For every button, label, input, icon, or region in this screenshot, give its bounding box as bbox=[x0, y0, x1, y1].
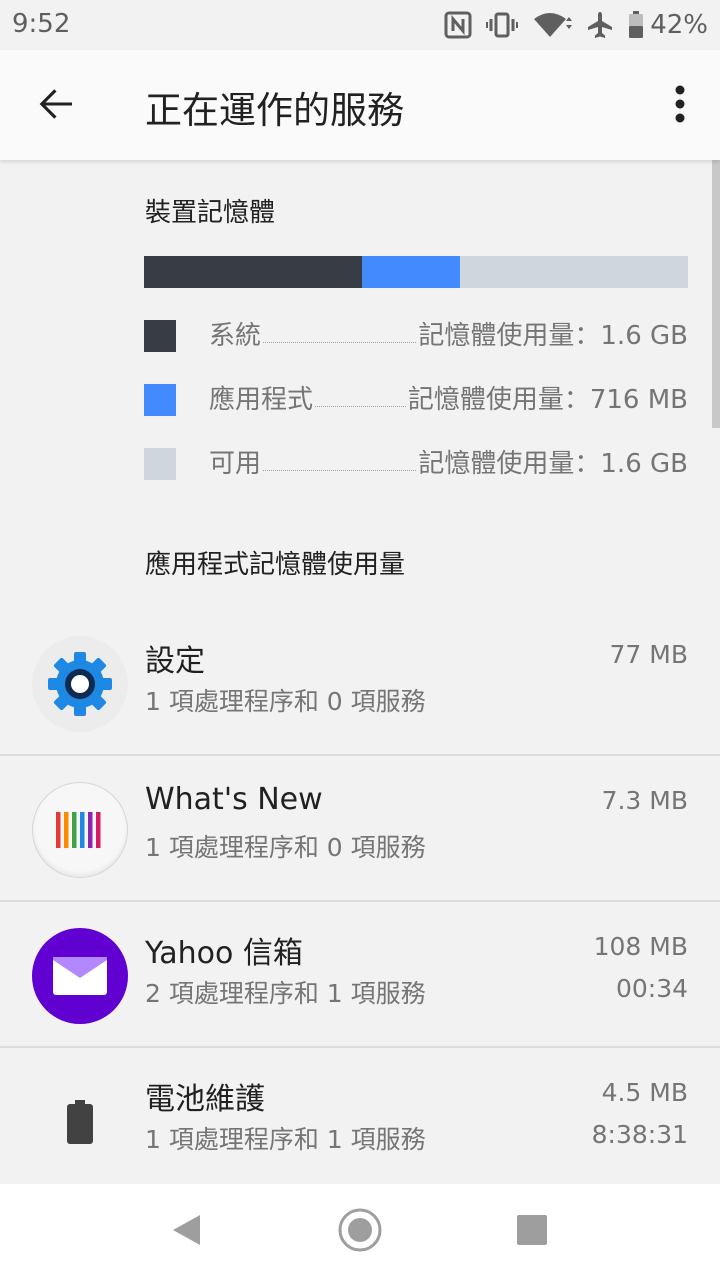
legend-label: 系統 bbox=[209, 318, 264, 354]
page-title: 正在運作的服務 bbox=[145, 89, 404, 132]
back-button[interactable] bbox=[26, 76, 86, 136]
legend-row-free: 可用 記憶體使用量：1.6 GB bbox=[144, 446, 688, 482]
app-process-info: 2 項處理程序和 1 項服務 bbox=[145, 979, 426, 1008]
nav-recents-button[interactable] bbox=[502, 1202, 562, 1262]
app-memory-size: 77 MB bbox=[609, 640, 688, 669]
legend-label: 應用程式 bbox=[209, 382, 316, 418]
app-row-battery-care[interactable]: 電池維護 1 項處理程序和 1 項服務 4.5 MB 8:38:31 bbox=[0, 1048, 720, 1184]
memory-bar-free bbox=[459, 256, 688, 288]
home-circle-icon bbox=[337, 1207, 383, 1257]
vibrate-icon bbox=[486, 11, 519, 39]
legend-value: 記憶體使用量：716 MB bbox=[405, 382, 688, 418]
legend-row-apps: 應用程式 記憶體使用量：716 MB bbox=[144, 382, 688, 418]
app-row-settings[interactable]: 設定 1 項處理程序和 0 項服務 77 MB bbox=[0, 610, 720, 756]
airplane-icon bbox=[586, 11, 614, 39]
nav-home-button[interactable] bbox=[330, 1202, 390, 1262]
app-name: Yahoo 信箱 bbox=[145, 936, 303, 971]
device-memory-title: 裝置記憶體 bbox=[145, 198, 276, 228]
app-name: 電池維護 bbox=[145, 1082, 265, 1117]
legend-value: 記憶體使用量：1.6 GB bbox=[416, 318, 688, 354]
app-name: 設定 bbox=[145, 644, 205, 679]
app-name: What's New bbox=[145, 782, 323, 817]
nfc-icon bbox=[444, 11, 472, 39]
navigation-bar bbox=[0, 1184, 720, 1280]
app-row-whats-new[interactable]: What's New 1 項處理程序和 0 項服務 7.3 MB bbox=[0, 756, 720, 902]
legend-swatch-apps bbox=[144, 384, 176, 416]
content-scroll[interactable]: 裝置記憶體 系統 記憶體使用量：1.6 GB 應用程式 記憶體使用量：716 M… bbox=[0, 160, 720, 1184]
app-process-info: 1 項處理程序和 0 項服務 bbox=[145, 687, 426, 716]
legend-swatch-system bbox=[144, 320, 176, 352]
status-icons: 42% bbox=[430, 8, 708, 42]
status-time: 9:52 bbox=[12, 9, 71, 39]
memory-bar-apps bbox=[361, 256, 460, 288]
recents-square-icon bbox=[516, 1214, 548, 1250]
app-running-time: 00:34 bbox=[615, 974, 688, 1003]
memory-usage-bar bbox=[144, 256, 688, 288]
more-vert-icon bbox=[675, 84, 685, 128]
app-row-yahoo-mail[interactable]: Yahoo 信箱 2 項處理程序和 1 項服務 108 MB 00:34 bbox=[0, 902, 720, 1048]
app-running-time: 8:38:31 bbox=[591, 1120, 688, 1149]
legend-value: 記憶體使用量：1.6 GB bbox=[416, 446, 688, 482]
battery-care-icon bbox=[32, 1074, 128, 1170]
battery-icon bbox=[628, 11, 644, 39]
screen: 9:52 42% 正在運作的服務 裝置記憶體 系統 記憶體使用量：1.6 GB … bbox=[0, 0, 720, 1280]
nav-back-button[interactable] bbox=[156, 1202, 216, 1262]
app-memory-size: 108 MB bbox=[593, 932, 688, 961]
app-memory-size: 4.5 MB bbox=[601, 1078, 688, 1107]
battery-percent: 42% bbox=[650, 10, 708, 40]
app-process-info: 1 項處理程序和 1 項服務 bbox=[145, 1125, 426, 1154]
scrollbar[interactable] bbox=[712, 160, 720, 428]
more-options-button[interactable] bbox=[660, 76, 700, 136]
legend-label: 可用 bbox=[209, 446, 264, 482]
app-memory-size: 7.3 MB bbox=[601, 786, 688, 815]
status-bar: 9:52 42% bbox=[0, 0, 720, 50]
legend-row-system: 系統 記憶體使用量：1.6 GB bbox=[144, 318, 688, 354]
back-triangle-icon bbox=[170, 1213, 202, 1251]
settings-gear-icon bbox=[32, 636, 128, 732]
legend-swatch-free bbox=[144, 448, 176, 480]
yahoo-mail-icon bbox=[32, 928, 128, 1024]
memory-bar-system bbox=[144, 256, 362, 288]
app-process-info: 1 項處理程序和 0 項服務 bbox=[145, 833, 426, 862]
arrow-left-icon bbox=[36, 84, 76, 128]
app-bar: 正在運作的服務 bbox=[0, 50, 720, 160]
whats-new-icon bbox=[32, 782, 128, 878]
wifi-icon bbox=[532, 11, 573, 39]
app-memory-title: 應用程式記憶體使用量 bbox=[145, 550, 406, 580]
